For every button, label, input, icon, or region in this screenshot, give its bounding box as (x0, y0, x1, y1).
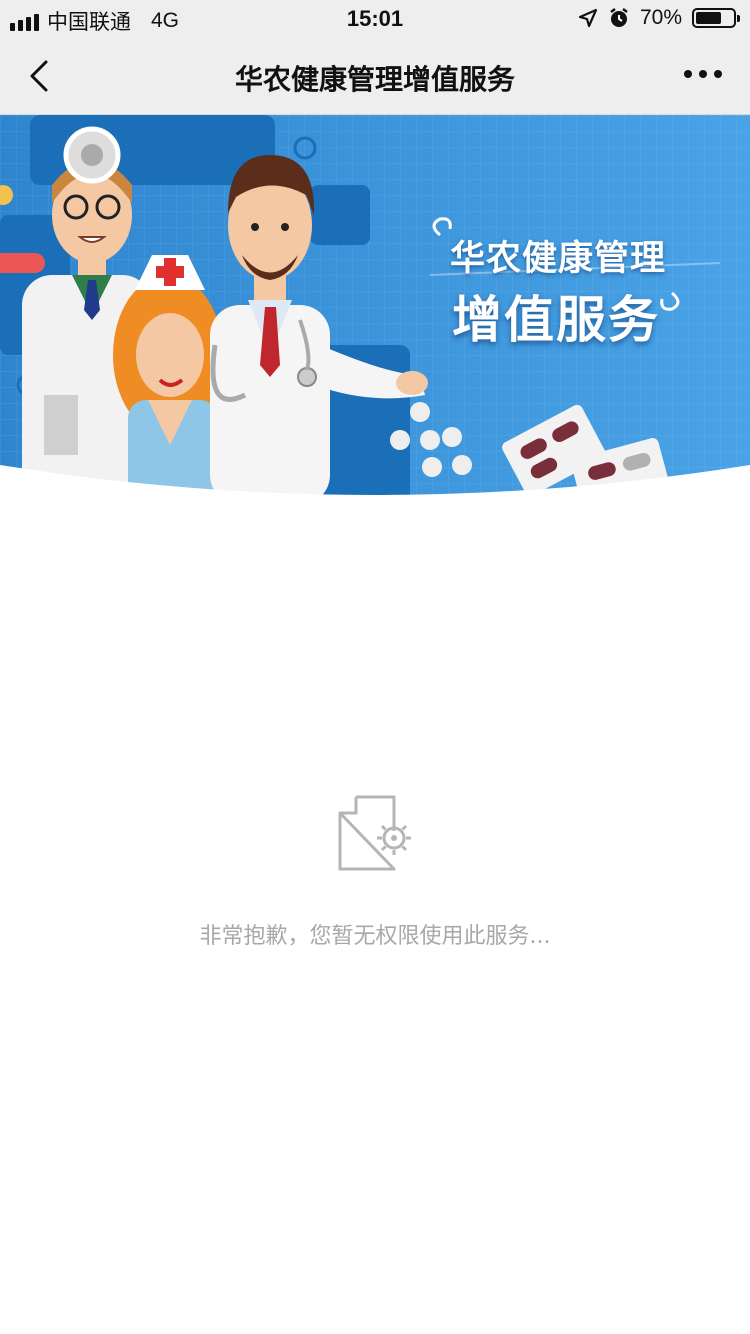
banner-subtitle: 增值服务 (452, 291, 660, 349)
status-right: 70% (578, 6, 740, 30)
alarm-clock-icon (610, 8, 628, 27)
hero-banner: + 华农健康管理 增值服务 (0, 115, 750, 505)
page-title: 华农健康管理增值服务 (234, 63, 515, 96)
location-arrow-icon (578, 8, 598, 28)
battery-percent: 70% (639, 6, 682, 29)
status-bar: 中国联通 4G 15:01 70% (0, 0, 750, 38)
more-dot (699, 70, 707, 78)
more-dots-icon (684, 70, 692, 78)
document-gear-icon (338, 795, 411, 871)
battery-fill (696, 12, 722, 24)
empty-state-message: 非常抱歉，您暂无权限使用此服务... (199, 924, 551, 949)
more-dot (714, 70, 722, 78)
battery-icon (692, 8, 740, 28)
banner-title: 华农健康管理 (450, 239, 667, 279)
more-button[interactable] (684, 70, 722, 78)
nav-bar: 华农健康管理增值服务 (0, 38, 750, 115)
